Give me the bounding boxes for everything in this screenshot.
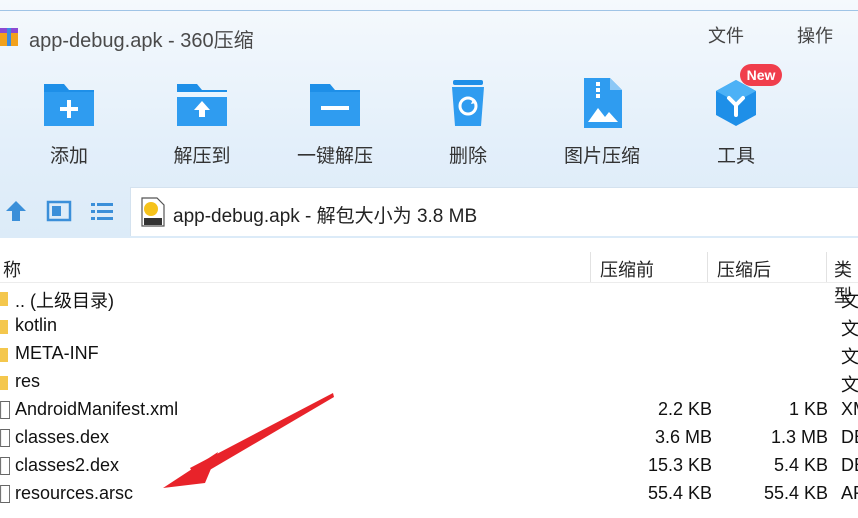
one-click-extract-button[interactable]: 一键解压 <box>280 76 390 176</box>
file-type: XM <box>841 399 858 419</box>
window-title: app-debug.apk - 360压缩 <box>29 30 254 52</box>
tools-label: 工具 <box>716 146 755 167</box>
add-folder-icon <box>44 84 94 126</box>
extract-to-label: 解压到 <box>173 146 231 167</box>
original-size: 55.4 KB <box>647 483 712 503</box>
image-compress-button[interactable]: 图片压缩 <box>547 76 657 176</box>
list-view-icon[interactable] <box>89 198 115 224</box>
file-type: 文 <box>841 291 858 311</box>
new-badge: New <box>740 64 782 86</box>
file-icon <box>0 457 10 475</box>
list-item[interactable]: AndroidManifest.xml 2.2 KB 1 KB XM <box>0 397 858 425</box>
file-icon <box>0 401 10 419</box>
file-type: 文 <box>841 319 858 339</box>
file-name: META-INF <box>15 343 99 363</box>
file-type: AR <box>841 483 858 503</box>
apk-file-icon <box>141 197 165 227</box>
recycle-bin-icon <box>452 80 484 126</box>
list-item[interactable]: kotlin 文 <box>0 313 858 341</box>
file-name: AndroidManifest.xml <box>15 399 179 419</box>
file-type: DE <box>841 427 858 447</box>
compressed-size: 55.4 KB <box>763 483 828 503</box>
add-button[interactable]: 添加 <box>14 76 124 176</box>
compressed-size: 1 KB <box>788 399 828 419</box>
menu-operate[interactable]: 操作 <box>797 22 833 48</box>
delete-button[interactable]: 删除 <box>413 76 523 176</box>
column-divider[interactable] <box>590 252 591 282</box>
file-name: classes2.dex <box>15 455 120 475</box>
list-header: 称 压缩前 压缩后 类型 <box>0 252 858 306</box>
extract-to-folder-icon <box>177 84 227 126</box>
up-arrow-icon[interactable] <box>3 198 29 224</box>
list-item[interactable]: res 文 <box>0 369 858 397</box>
file-name: kotlin <box>15 315 58 335</box>
file-type: DE <box>841 455 858 475</box>
file-name: classes.dex <box>15 427 110 447</box>
archive-app-icon <box>0 28 18 46</box>
file-name: res <box>15 371 41 391</box>
path-text: app-debug.apk - 解包大小为 3.8 MB <box>173 206 478 227</box>
original-size: 2.2 KB <box>657 399 712 419</box>
compressed-size: 5.4 KB <box>773 455 828 475</box>
image-compress-icon <box>584 78 622 128</box>
column-divider[interactable] <box>826 252 827 282</box>
original-size: 15.3 KB <box>647 455 712 475</box>
file-type: 文 <box>841 375 858 395</box>
folder-icon <box>0 376 8 390</box>
folder-icon <box>0 320 8 334</box>
extract-to-button[interactable]: 解压到 <box>147 76 257 176</box>
file-type: 文 <box>841 347 858 367</box>
image-compress-label: 图片压缩 <box>563 146 640 167</box>
list-item[interactable]: resources.arsc 55.4 KB 55.4 KB AR <box>0 481 858 509</box>
file-name: .. (上级目录) <box>15 291 114 311</box>
column-name[interactable]: 称 <box>3 256 21 282</box>
tools-button[interactable]: 工具 <box>681 76 791 176</box>
one-click-extract-icon <box>310 84 360 126</box>
add-label: 添加 <box>49 146 88 167</box>
column-original-size[interactable]: 压缩前 <box>600 256 654 282</box>
list-item[interactable]: classes2.dex 15.3 KB 5.4 KB DE <box>0 453 858 481</box>
thumbnail-view-icon[interactable] <box>46 198 72 224</box>
top-border <box>0 10 858 11</box>
list-item[interactable]: classes.dex 3.6 MB 1.3 MB DE <box>0 425 858 453</box>
compressed-size: 1.3 MB <box>770 427 828 447</box>
file-icon <box>0 429 10 447</box>
original-size: 3.6 MB <box>654 427 712 447</box>
folder-icon <box>0 348 8 362</box>
menu-file[interactable]: 文件 <box>708 22 744 48</box>
folder-icon <box>0 292 8 306</box>
column-divider[interactable] <box>707 252 708 282</box>
column-compressed-size[interactable]: 压缩后 <box>717 256 771 282</box>
delete-label: 删除 <box>448 146 487 167</box>
file-icon <box>0 485 10 503</box>
list-item[interactable]: .. (上级目录) 文 <box>0 285 858 313</box>
path-bar[interactable]: app-debug.apk - 解包大小为 3.8 MB <box>130 187 858 236</box>
file-name: resources.arsc <box>15 483 134 503</box>
one-click-extract-label: 一键解压 <box>296 146 373 167</box>
list-item[interactable]: META-INF 文 <box>0 341 858 369</box>
